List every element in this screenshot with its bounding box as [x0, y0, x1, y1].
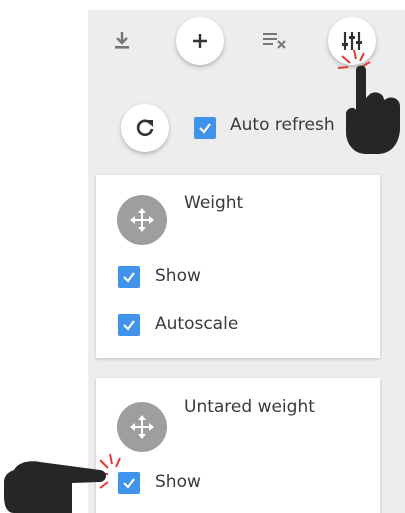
- move-icon: [129, 207, 155, 233]
- show-label: Show: [155, 472, 201, 492]
- move-icon: [129, 414, 155, 440]
- refresh-button[interactable]: [121, 104, 169, 152]
- weight-autoscale-checkbox[interactable]: [118, 314, 140, 336]
- drag-handle[interactable]: [117, 195, 167, 245]
- clear-list-icon[interactable]: [258, 26, 292, 54]
- autoscale-label: Autoscale: [155, 314, 239, 334]
- pointing-hand-icon: [346, 65, 400, 154]
- add-button[interactable]: [176, 17, 224, 65]
- download-icon[interactable]: [108, 26, 136, 54]
- refresh-icon: [134, 117, 156, 139]
- card-title: Weight: [184, 193, 244, 213]
- drag-handle[interactable]: [117, 402, 167, 452]
- pointing-hand-icon: [4, 461, 106, 513]
- check-icon: [123, 272, 135, 283]
- auto-refresh-label: Auto refresh: [230, 115, 335, 135]
- add-icon: [190, 31, 210, 51]
- screen: Auto refresh Weight Show Autoscale Untar…: [0, 0, 405, 513]
- show-label: Show: [155, 266, 201, 286]
- check-icon: [199, 123, 211, 134]
- check-icon: [123, 320, 135, 331]
- auto-refresh-checkbox[interactable]: [194, 117, 216, 139]
- weight-show-checkbox[interactable]: [118, 266, 140, 288]
- card-title: Untared weight: [184, 397, 315, 417]
